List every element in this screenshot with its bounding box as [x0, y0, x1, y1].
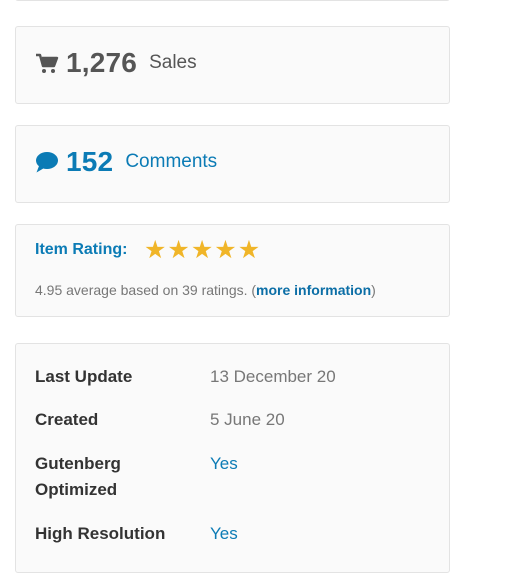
cart-icon [36, 53, 59, 73]
star-rating: ★ ★ ★ ★ ★ [144, 238, 261, 263]
rating-summary: 4.95 average based on 39 ratings. (more … [35, 282, 376, 298]
star-icon: ★ [237, 236, 261, 264]
speech-bubble-icon [36, 152, 58, 173]
rating-summary-close: ) [371, 282, 376, 298]
rating-card: Item Rating: ★ ★ ★ ★ ★ 4.95 average base… [15, 224, 450, 317]
star-icon: ★ [190, 236, 214, 264]
star-icon: ★ [214, 236, 237, 264]
more-information-link[interactable]: more information [256, 282, 371, 298]
sales-count: 1,276 [66, 47, 138, 78]
sales-stat: 1,276 Sales [35, 47, 197, 79]
rating-title: Item Rating: [35, 241, 128, 258]
meta-value-gutenberg[interactable]: Yes [210, 451, 238, 477]
star-icon: ★ [144, 236, 167, 264]
meta-label-gutenberg: Gutenberg Optimized [35, 454, 121, 499]
meta-label-last-update: Last Update [35, 367, 133, 386]
meta-value-created: 5 June 20 [210, 410, 285, 429]
sales-card: 1,276 Sales [15, 26, 450, 104]
item-meta-card: Last Update 13 December 20 Created 5 Jun… [15, 343, 450, 573]
sales-label: Sales [149, 52, 197, 73]
meta-label-high-resolution: High Resolution [35, 524, 166, 543]
rating-summary-text: 4.95 average based on 39 ratings. ( [35, 282, 257, 298]
meta-value-high-resolution[interactable]: Yes [210, 521, 238, 547]
previous-card-edge [15, 0, 450, 1]
meta-value-last-update: 13 December 20 [210, 367, 336, 386]
comments-count[interactable]: 152 [66, 146, 113, 178]
meta-label-created: Created [35, 410, 99, 429]
comments-stat[interactable]: 152 Comments [35, 146, 217, 178]
comments-card[interactable]: 152 Comments [15, 125, 450, 203]
star-icon: ★ [167, 236, 190, 264]
comments-link[interactable]: Comments [125, 151, 217, 173]
